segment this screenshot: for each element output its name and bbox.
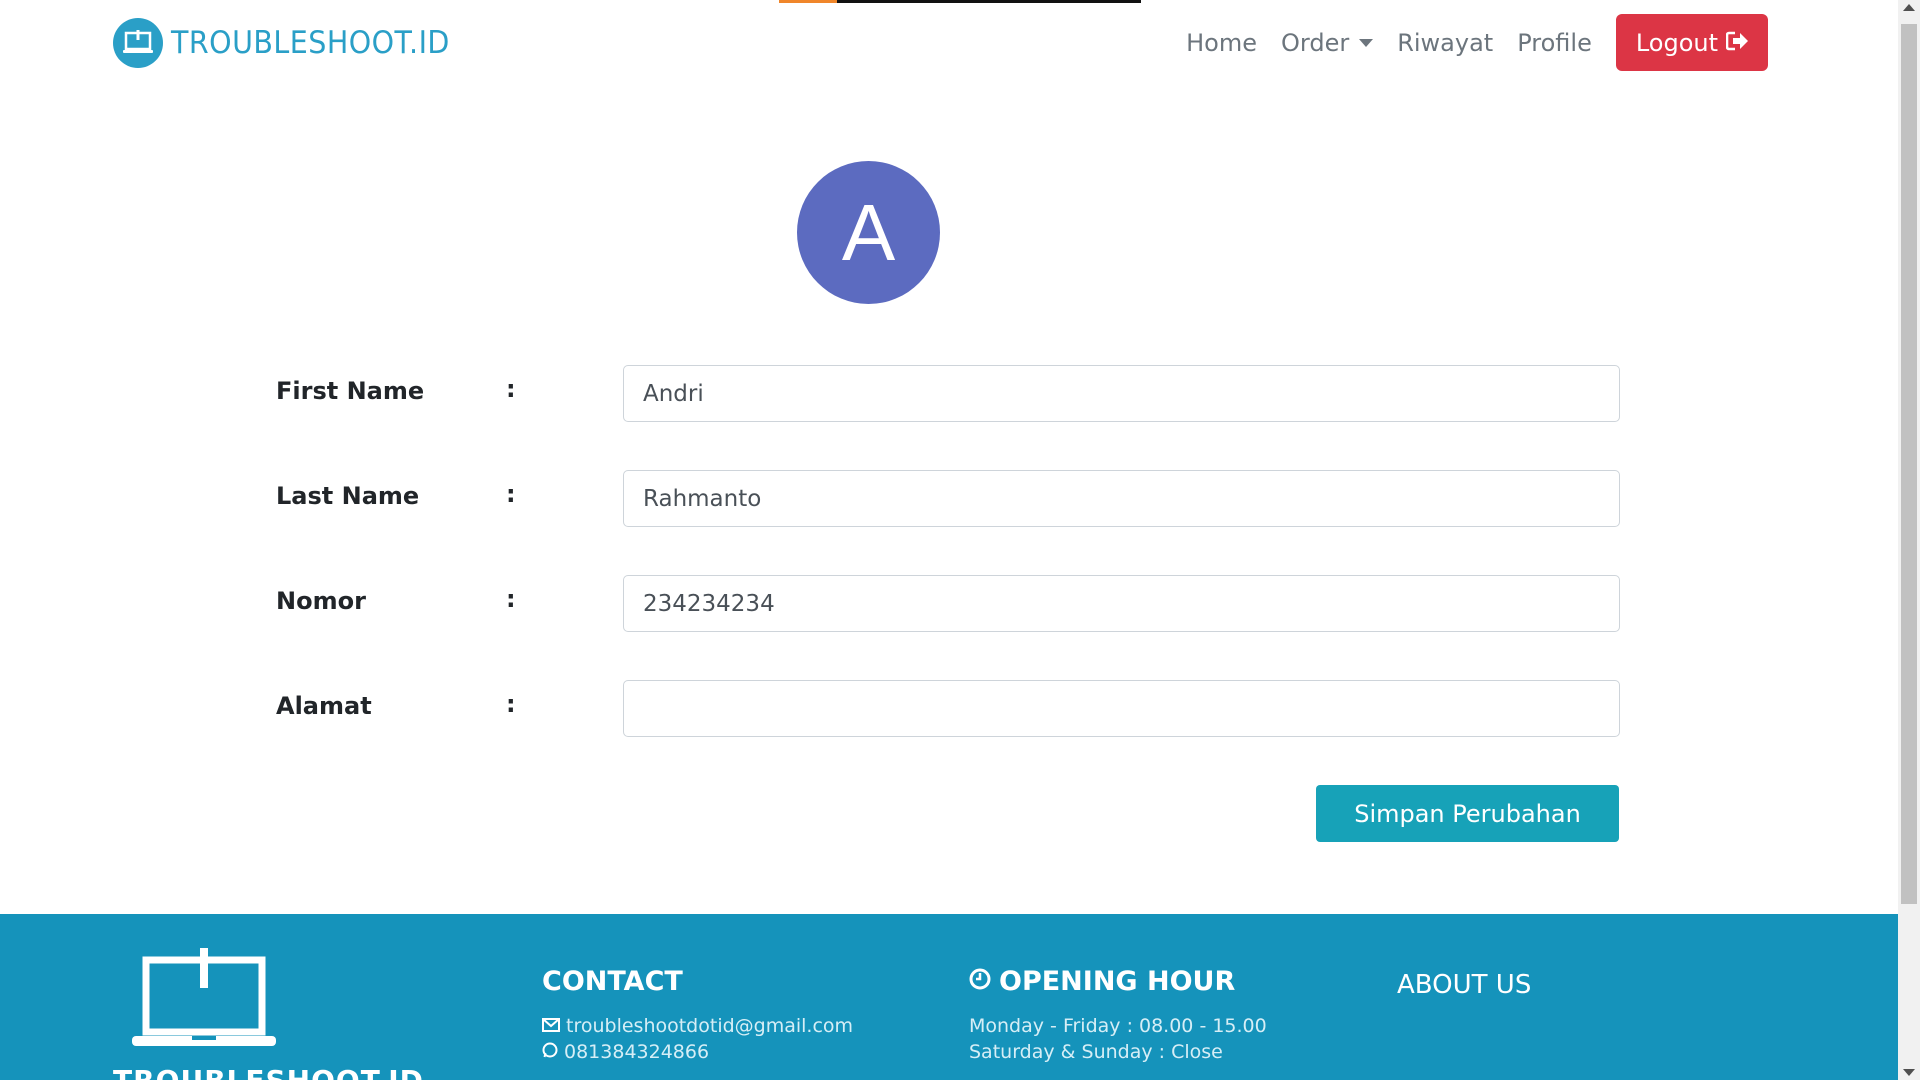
save-changes-label: Simpan Perubahan <box>1354 799 1581 828</box>
brand-name: TROUBLESHOOT.ID <box>171 25 450 61</box>
footer-contact: CONTACT troubleshootdotid@gmail.com 0813… <box>542 966 853 1063</box>
caret-down-icon <box>1359 38 1374 47</box>
form-row-alamat: Alamat : <box>276 680 1620 737</box>
contact-phone: 081384324866 <box>564 1041 710 1063</box>
form-row-first-name: First Name : <box>276 365 1620 422</box>
nav-item-home[interactable]: Home <box>1174 29 1269 57</box>
logout-button[interactable]: Logout <box>1615 14 1768 71</box>
label-colon: : <box>506 480 516 508</box>
contact-title: CONTACT <box>542 966 683 997</box>
opening-hour-title-row: OPENING HOUR <box>969 966 1267 997</box>
last-name-input[interactable] <box>623 470 1620 527</box>
nav-item-riwayat[interactable]: Riwayat <box>1385 29 1505 57</box>
about-us-title[interactable]: ABOUT US <box>1397 970 1531 1000</box>
form-row-last-name: Last Name : <box>276 470 1620 527</box>
footer: TROUBLESHOOT.ID CONTACT troubleshootdoti… <box>0 914 1898 1080</box>
scroll-up-arrow-icon[interactable] <box>1903 4 1915 11</box>
brand-link[interactable]: TROUBLESHOOT.ID <box>113 18 474 68</box>
form-row-nomor: Nomor : <box>276 575 1620 632</box>
alamat-label: Alamat <box>276 692 372 720</box>
contact-email-row[interactable]: troubleshootdotid@gmail.com <box>542 1015 853 1037</box>
vertical-scrollbar[interactable] <box>1898 0 1920 1080</box>
nav-item-label: Riwayat <box>1397 28 1494 57</box>
clock-icon <box>969 966 991 997</box>
save-changes-button[interactable]: Simpan Perubahan <box>1316 785 1619 842</box>
nav-item-profile[interactable]: Profile <box>1505 29 1604 57</box>
footer-about: ABOUT US <box>1397 970 1531 1000</box>
nav-links: Home Order Riwayat Profile Logout <box>1174 14 1768 71</box>
avatar: A <box>797 161 940 304</box>
scroll-down-arrow-icon[interactable] <box>1903 1069 1915 1076</box>
footer-opening-hours: OPENING HOUR Monday - Friday : 08.00 - 1… <box>969 966 1267 1063</box>
nav-item-label: Profile <box>1517 28 1592 57</box>
scrollbar-thumb[interactable] <box>1901 24 1917 904</box>
nav-item-order-dropdown[interactable]: Order <box>1269 29 1385 57</box>
nomor-label: Nomor <box>276 587 366 615</box>
first-name-input[interactable] <box>623 365 1620 422</box>
label-colon: : <box>506 375 516 403</box>
label-colon: : <box>506 690 516 718</box>
nav-item-label: Order <box>1281 28 1350 57</box>
last-name-label: Last Name <box>276 482 420 510</box>
nomor-input[interactable] <box>623 575 1620 632</box>
nav-item-label: Home <box>1186 28 1257 57</box>
opening-hour-title: OPENING HOUR <box>999 966 1236 997</box>
laptop-icon <box>113 18 163 68</box>
sign-out-icon <box>1725 29 1748 57</box>
label-colon: : <box>506 585 516 613</box>
alamat-input[interactable] <box>623 680 1620 737</box>
contact-phone-row[interactable]: 081384324866 <box>542 1041 853 1063</box>
footer-brand-name: TROUBLESHOOT.ID <box>113 1064 424 1080</box>
hours-weekend: Saturday & Sunday : Close <box>969 1041 1223 1063</box>
contact-email: troubleshootdotid@gmail.com <box>566 1015 854 1037</box>
laptop-icon <box>132 948 276 1056</box>
avatar-letter: A <box>841 187 896 277</box>
hours-weekdays: Monday - Friday : 08.00 - 15.00 <box>969 1015 1267 1037</box>
first-name-label: First Name <box>276 377 425 405</box>
envelope-icon <box>542 1015 560 1037</box>
top-navbar: TROUBLESHOOT.ID Home Order Riwayat Profi… <box>0 0 1898 86</box>
whatsapp-icon <box>542 1041 558 1063</box>
logout-label: Logout <box>1635 28 1718 57</box>
